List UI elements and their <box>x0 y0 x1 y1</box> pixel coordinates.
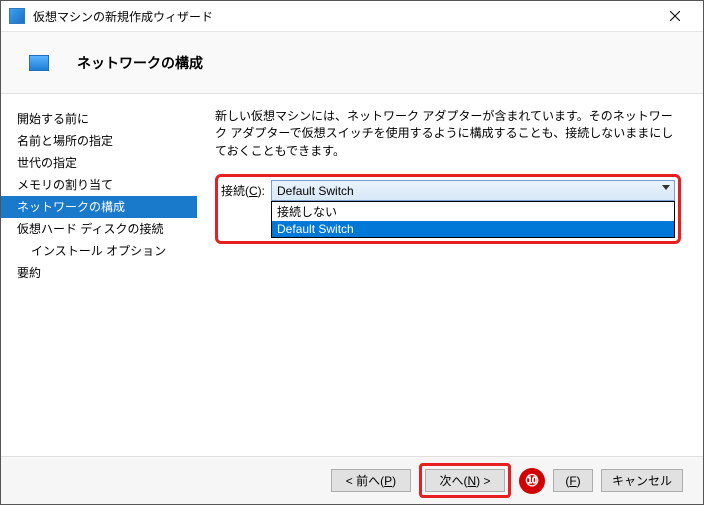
wizard-main: 新しい仮想マシンには、ネットワーク アダプターが含まれています。そのネットワーク… <box>197 94 703 456</box>
page-description: 新しい仮想マシンには、ネットワーク アダプターが含まれています。そのネットワーク… <box>215 108 681 160</box>
step-before-begin[interactable]: 開始する前に <box>17 108 197 130</box>
cancel-button[interactable]: キャンセル <box>601 469 683 492</box>
titlebar: 仮想マシンの新規作成ウィザード <box>1 1 703 32</box>
wizard-header: ネットワークの構成 <box>1 32 703 94</box>
next-button[interactable]: 次へ(N) > <box>425 469 505 492</box>
window-title: 仮想マシンの新規作成ウィザード <box>33 8 655 25</box>
next-prefix: 次へ( <box>439 472 467 489</box>
connection-label-prefix: 接続( <box>221 184 249 198</box>
connection-row: 接続(C): Default Switch 接続しない Default Swit… <box>221 180 675 238</box>
wizard-body: 開始する前に 名前と場所の指定 世代の指定 メモリの割り当て ネットワークの構成… <box>1 94 703 456</box>
step-networking[interactable]: ネットワークの構成 <box>1 196 197 218</box>
finish-suffix: ) <box>577 474 581 488</box>
connection-label-suffix: ): <box>258 184 265 198</box>
step-name-location[interactable]: 名前と場所の指定 <box>17 130 197 152</box>
step-vhd[interactable]: 仮想ハード ディスクの接続 <box>17 218 197 240</box>
next-suffix: ) > <box>476 474 490 488</box>
connection-selected-value: Default Switch <box>277 184 354 198</box>
connection-combobox[interactable]: Default Switch <box>271 180 675 201</box>
connection-dropdown-list[interactable]: 接続しない Default Switch <box>271 201 675 238</box>
dropdown-option-none[interactable]: 接続しない <box>272 202 674 221</box>
close-button[interactable] <box>655 4 695 28</box>
prev-accel: P <box>384 474 392 488</box>
step-memory[interactable]: メモリの割り当て <box>17 174 197 196</box>
wizard-steps-sidebar: 開始する前に 名前と場所の指定 世代の指定 メモリの割り当て ネットワークの構成… <box>1 94 197 456</box>
connection-label-accel: C <box>249 184 258 198</box>
connection-label: 接続(C): <box>221 180 265 199</box>
wizard-icon <box>29 55 49 71</box>
next-accel: N <box>467 474 476 488</box>
step-install-options[interactable]: インストール オプション <box>17 240 197 262</box>
next-highlight-box: 次へ(N) > <box>419 463 511 498</box>
prev-prefix: < 前へ( <box>346 472 384 489</box>
close-icon <box>670 11 680 21</box>
finish-button[interactable]: (F) <box>553 469 593 492</box>
step-generation[interactable]: 世代の指定 <box>17 152 197 174</box>
page-title: ネットワークの構成 <box>77 53 203 73</box>
step-summary[interactable]: 要約 <box>17 262 197 284</box>
app-icon <box>9 8 25 24</box>
chevron-down-icon <box>662 185 670 190</box>
connection-highlight-box: 接続(C): Default Switch 接続しない Default Swit… <box>215 174 681 244</box>
connection-combo-col: Default Switch 接続しない Default Switch <box>271 180 675 238</box>
dropdown-option-default-switch[interactable]: Default Switch <box>272 221 674 237</box>
prev-suffix: ) <box>392 474 396 488</box>
previous-button[interactable]: < 前へ(P) <box>331 469 411 492</box>
annotation-step-number: ⑩ <box>519 468 545 494</box>
wizard-footer: < 前へ(P) 次へ(N) > ⑩ (F) キャンセル <box>1 456 703 504</box>
finish-accel: F <box>569 474 576 488</box>
